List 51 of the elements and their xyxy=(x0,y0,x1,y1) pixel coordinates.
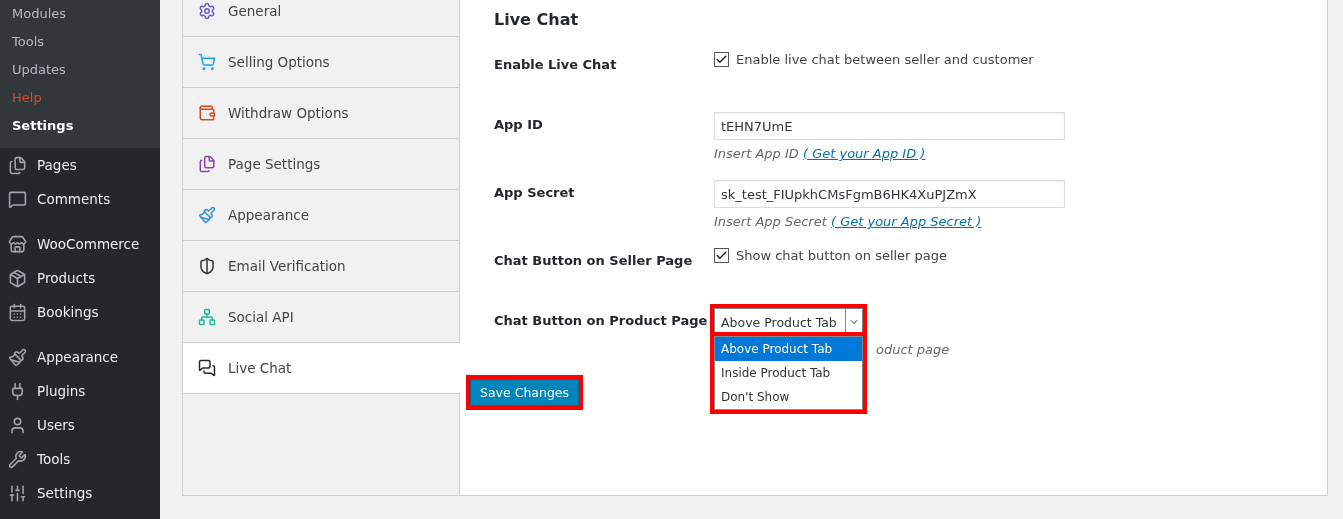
paintbrush-icon xyxy=(198,206,216,224)
sidebar-item[interactable]: Appearance xyxy=(0,340,160,374)
settings-tab[interactable]: General xyxy=(183,0,459,37)
field-label: Enable Live Chat xyxy=(494,56,618,74)
paintbrush-icon xyxy=(8,347,27,367)
pages-icon xyxy=(8,155,27,175)
network-icon xyxy=(198,308,216,326)
sidebar-item[interactable]: Settings xyxy=(0,476,160,510)
sidebar-item[interactable]: WooCommerce xyxy=(0,227,160,261)
field-label: App ID xyxy=(494,116,544,134)
dropdown-option[interactable]: Above Product Tab xyxy=(715,337,862,361)
checkbox[interactable] xyxy=(714,52,729,67)
input-field[interactable]: sk_test_FIUpkhCMsFgmB6HK4XuPJZmX xyxy=(714,180,1065,208)
section-title: Live Chat xyxy=(494,10,580,29)
help-link[interactable]: ( Get your App Secret ) xyxy=(830,214,982,229)
help-link[interactable]: ( Get your App ID ) xyxy=(802,146,926,161)
wrench-icon xyxy=(8,449,27,469)
help-text: Insert App Secret ( Get your App Secret ) xyxy=(714,214,983,229)
sliders-icon xyxy=(8,483,27,503)
sidebar-item[interactable]: Comments xyxy=(0,182,160,216)
comment-icon xyxy=(8,189,27,209)
shield-icon xyxy=(198,257,216,275)
help-text: oduct page xyxy=(876,342,950,357)
chat-bubbles-icon xyxy=(198,359,216,377)
sidebar-item[interactable]: Pages xyxy=(0,148,160,182)
user-icon xyxy=(8,415,27,435)
box-icon xyxy=(8,268,27,288)
gear-icon xyxy=(198,2,216,20)
submenu-item[interactable]: Tools xyxy=(0,28,160,56)
settings-tab[interactable]: Live Chat xyxy=(183,343,460,394)
pages-icon xyxy=(198,155,216,173)
sidebar-item[interactable]: Bookings xyxy=(0,295,160,329)
checkbox-option[interactable]: Enable live chat between seller and customer xyxy=(714,52,1034,67)
wallet-icon xyxy=(198,104,216,122)
sidebar-item[interactable]: Products xyxy=(0,261,160,295)
calendar-icon xyxy=(8,302,27,322)
help-text: Insert App ID ( Get your App ID ) xyxy=(714,146,927,161)
cart-icon xyxy=(198,53,216,71)
checkbox-option[interactable]: Show chat button on seller page xyxy=(714,248,948,263)
field-label: App Secret xyxy=(494,184,576,202)
input-field[interactable]: tEHN7UmE xyxy=(714,112,1065,140)
sidebar-item[interactable]: Users xyxy=(0,408,160,442)
field-label: Chat Button on Product Page xyxy=(494,312,709,330)
submenu-item[interactable]: Updates xyxy=(0,56,160,84)
checkbox[interactable] xyxy=(714,248,729,263)
store-icon xyxy=(8,234,27,254)
field-label: Chat Button on Seller Page xyxy=(494,252,694,270)
submenu-item[interactable]: Modules xyxy=(0,0,160,28)
sidebar-item[interactable]: Plugins xyxy=(0,374,160,408)
submenu-item[interactable]: Settings xyxy=(0,112,160,140)
sidebar-item[interactable]: Tools xyxy=(0,442,160,476)
